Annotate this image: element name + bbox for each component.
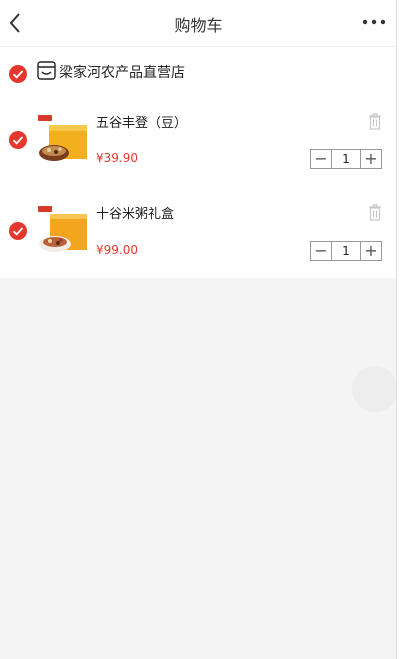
decrease-quantity-button[interactable]: − — [311, 242, 332, 260]
product-price: ¥99.00 — [96, 243, 138, 257]
item-select-checkbox[interactable] — [8, 221, 28, 241]
quantity-stepper: − 1 + — [310, 149, 382, 169]
increase-quantity-button[interactable]: + — [360, 242, 381, 260]
quantity-value[interactable]: 1 — [332, 150, 360, 168]
decrease-quantity-button[interactable]: − — [311, 150, 332, 168]
store-icon — [37, 61, 56, 80]
quantity-stepper: − 1 + — [310, 241, 382, 261]
trash-icon[interactable] — [367, 112, 383, 130]
product-thumbnail[interactable] — [36, 113, 88, 165]
item-select-checkbox[interactable] — [8, 130, 28, 150]
floating-assistive-button[interactable] — [352, 366, 398, 412]
quantity-value[interactable]: 1 — [332, 242, 360, 260]
shop-select-checkbox[interactable] — [8, 64, 28, 84]
cart-shop-card: 梁家河农产品直营店 五谷丰登（豆） ¥39.90 − 1 + 十谷米粥礼盒 ¥9… — [0, 47, 397, 278]
shop-name[interactable]: 梁家河农产品直营店 — [59, 62, 185, 82]
screen-edge — [396, 0, 403, 659]
product-name[interactable]: 十谷米粥礼盒 — [96, 203, 174, 222]
product-price: ¥39.90 — [96, 151, 138, 165]
trash-icon[interactable] — [367, 203, 383, 221]
top-bar: 购物车 — [0, 0, 397, 47]
more-options-icon[interactable] — [361, 14, 387, 30]
page-title: 购物车 — [174, 16, 223, 35]
increase-quantity-button[interactable]: + — [360, 150, 381, 168]
product-thumbnail[interactable] — [36, 204, 88, 256]
product-name[interactable]: 五谷丰登（豆） — [96, 112, 187, 131]
